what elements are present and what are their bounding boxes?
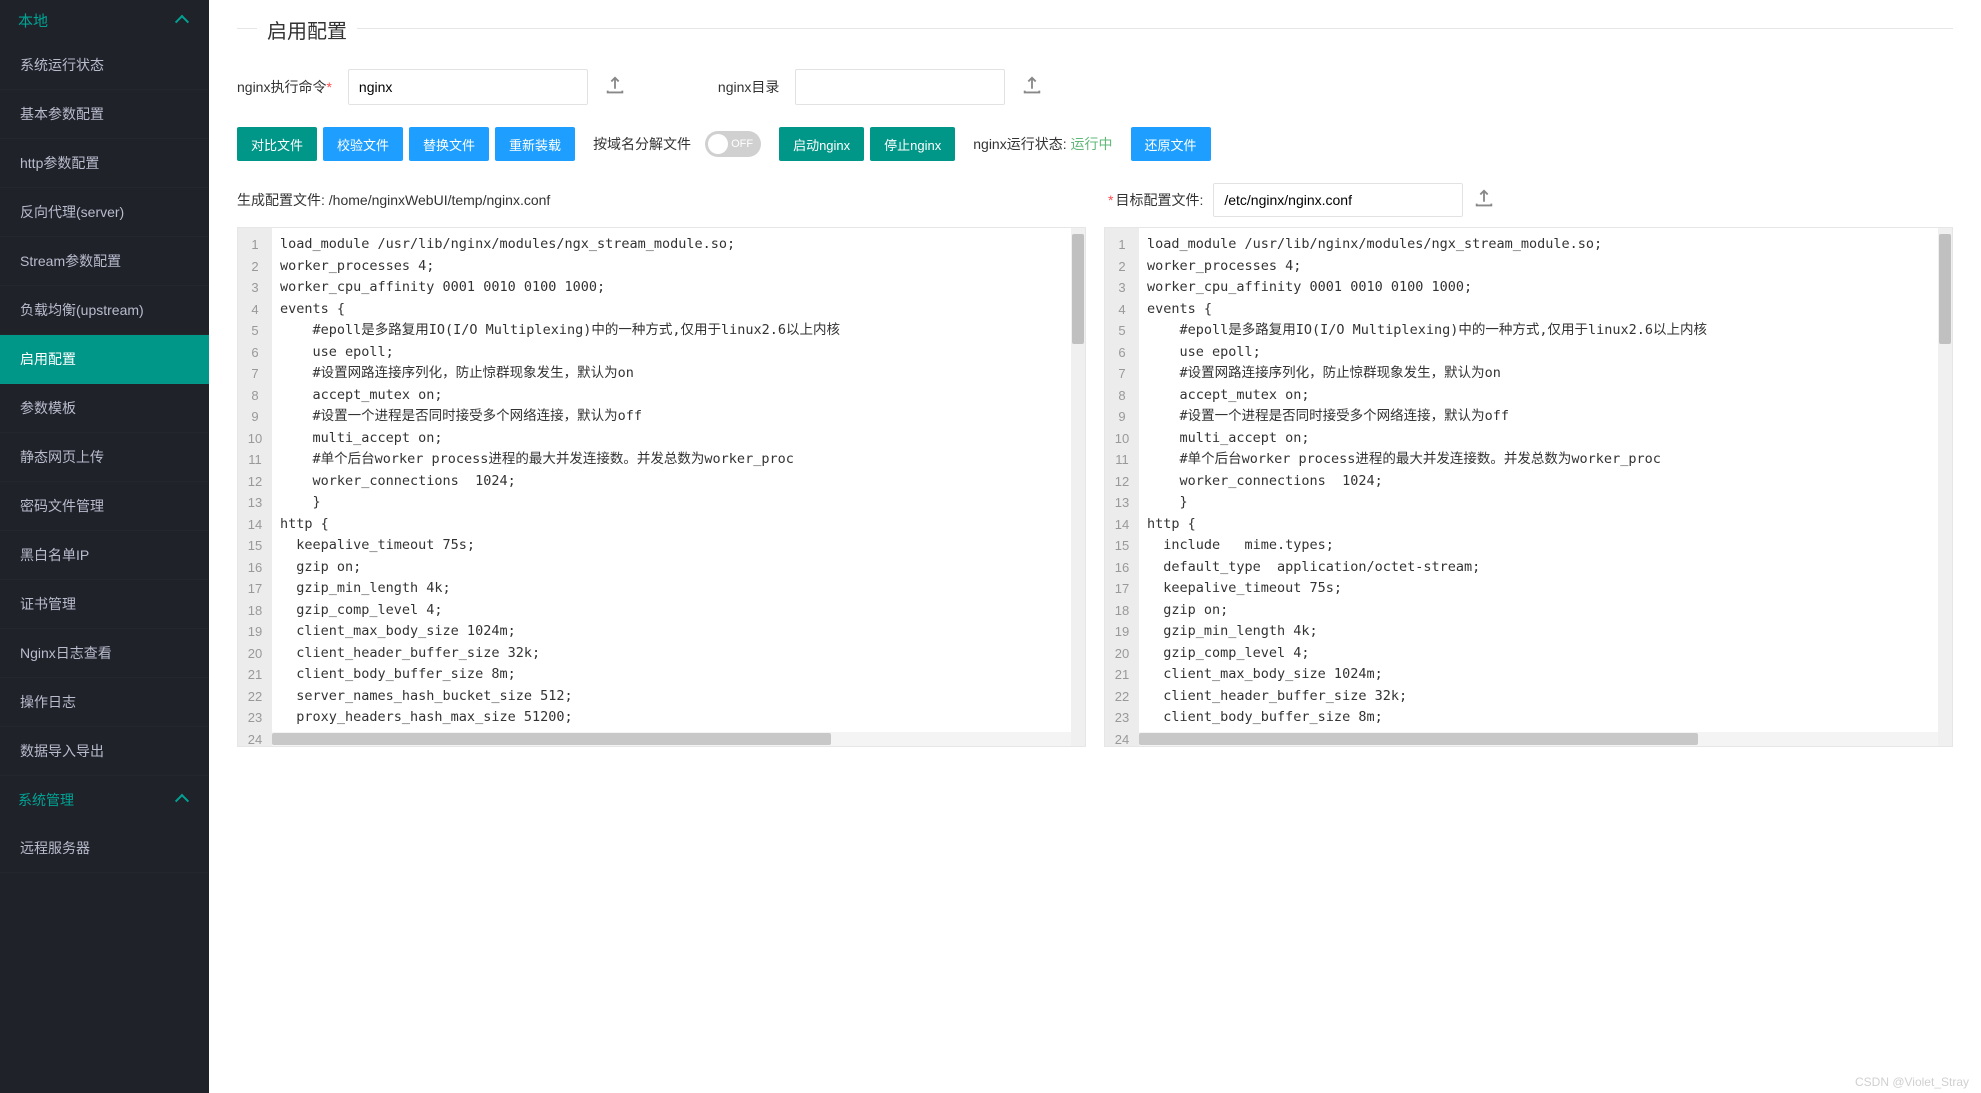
sidebar-item-14[interactable]: 数据导入导出 [0,727,209,776]
sidebar-header-local[interactable]: 本地 [0,0,209,41]
watermark: CSDN @Violet_Stray [1855,1075,1969,1089]
sidebar-item-9[interactable]: 密码文件管理 [0,482,209,531]
dir-label: nginx目录 [718,77,779,97]
restore-button[interactable]: 还原文件 [1131,127,1211,161]
exec-label: nginx执行命令* [237,77,332,97]
compare-button[interactable]: 对比文件 [237,127,317,161]
scrollbar-horizontal[interactable] [272,732,1071,746]
sidebar-item-8[interactable]: 静态网页上传 [0,433,209,482]
form-row-exec: nginx执行命令* nginx目录 [237,69,1953,105]
nginx-button-group: 启动nginx 停止nginx [779,127,955,161]
target-config-input[interactable] [1213,183,1463,217]
sidebar-item-3[interactable]: 反向代理(server) [0,188,209,237]
sidebar-header-title: 本地 [18,10,48,31]
split-switch[interactable]: OFF [705,131,761,157]
sidebar-item-4[interactable]: Stream参数配置 [0,237,209,286]
stop-nginx-button[interactable]: 停止nginx [870,127,955,161]
sidebar-section2-item-0[interactable]: 远程服务器 [0,824,209,873]
upload-dir-icon[interactable] [1021,75,1043,100]
target-config-label: *目标配置文件: [1108,190,1203,210]
upload-target-icon[interactable] [1473,188,1495,213]
code-right[interactable]: load_module /usr/lib/nginx/modules/ngx_s… [1139,228,1952,746]
editors-row: 123456789101112131415161718192021222324 … [237,227,1953,747]
generated-config-label: 生成配置文件: /home/nginxWebUI/temp/nginx.conf [237,192,550,208]
gutter-left: 123456789101112131415161718192021222324 [238,228,272,746]
sidebar-item-11[interactable]: 证书管理 [0,580,209,629]
scrollbar-horizontal[interactable] [1139,732,1938,746]
code-left[interactable]: load_module /usr/lib/nginx/modules/ngx_s… [272,228,1085,746]
sidebar-item-6[interactable]: 启用配置 [0,335,209,384]
scrollbar-vertical[interactable] [1071,228,1085,746]
scrollbar-vertical[interactable] [1938,228,1952,746]
nginx-status: nginx运行状态: 运行中 [973,134,1112,154]
sidebar-item-7[interactable]: 参数模板 [0,384,209,433]
sidebar-item-10[interactable]: 黑白名单IP [0,531,209,580]
chevron-up-icon [177,793,191,807]
replace-button[interactable]: 替换文件 [409,127,489,161]
sidebar-item-2[interactable]: http参数配置 [0,139,209,188]
config-path-row: 生成配置文件: /home/nginxWebUI/temp/nginx.conf… [237,183,1953,217]
sidebar-item-12[interactable]: Nginx日志查看 [0,629,209,678]
sidebar-item-13[interactable]: 操作日志 [0,678,209,727]
file-button-group: 对比文件 校验文件 替换文件 重新装载 [237,127,575,161]
check-button[interactable]: 校验文件 [323,127,403,161]
sidebar: 本地 系统运行状态基本参数配置http参数配置反向代理(server)Strea… [0,0,209,1093]
page-title: 启用配置 [257,15,357,44]
editor-right[interactable]: 123456789101112131415161718192021222324 … [1104,227,1953,747]
editor-left[interactable]: 123456789101112131415161718192021222324 … [237,227,1086,747]
exec-input[interactable] [348,69,588,105]
gutter-right: 123456789101112131415161718192021222324 [1105,228,1139,746]
status-value: 运行中 [1071,136,1113,152]
main-content: 启用配置 nginx执行命令* nginx目录 对比文件 校验文件 替换文件 重… [209,0,1981,1093]
sidebar-item-1[interactable]: 基本参数配置 [0,90,209,139]
sidebar-section-system[interactable]: 系统管理 [0,776,209,824]
sidebar-item-5[interactable]: 负载均衡(upstream) [0,286,209,335]
split-switch-wrap: 按域名分解文件 OFF [593,131,761,157]
sidebar-item-0[interactable]: 系统运行状态 [0,41,209,90]
start-nginx-button[interactable]: 启动nginx [779,127,864,161]
fieldset: 启用配置 [237,28,1953,29]
upload-exec-icon[interactable] [604,75,626,100]
split-label: 按域名分解文件 [593,134,691,154]
sidebar-section-title: 系统管理 [18,790,74,810]
reload-button[interactable]: 重新装载 [495,127,575,161]
action-row: 对比文件 校验文件 替换文件 重新装载 按域名分解文件 OFF 启动nginx … [237,127,1953,161]
dir-input[interactable] [795,69,1005,105]
chevron-up-icon [177,14,191,28]
